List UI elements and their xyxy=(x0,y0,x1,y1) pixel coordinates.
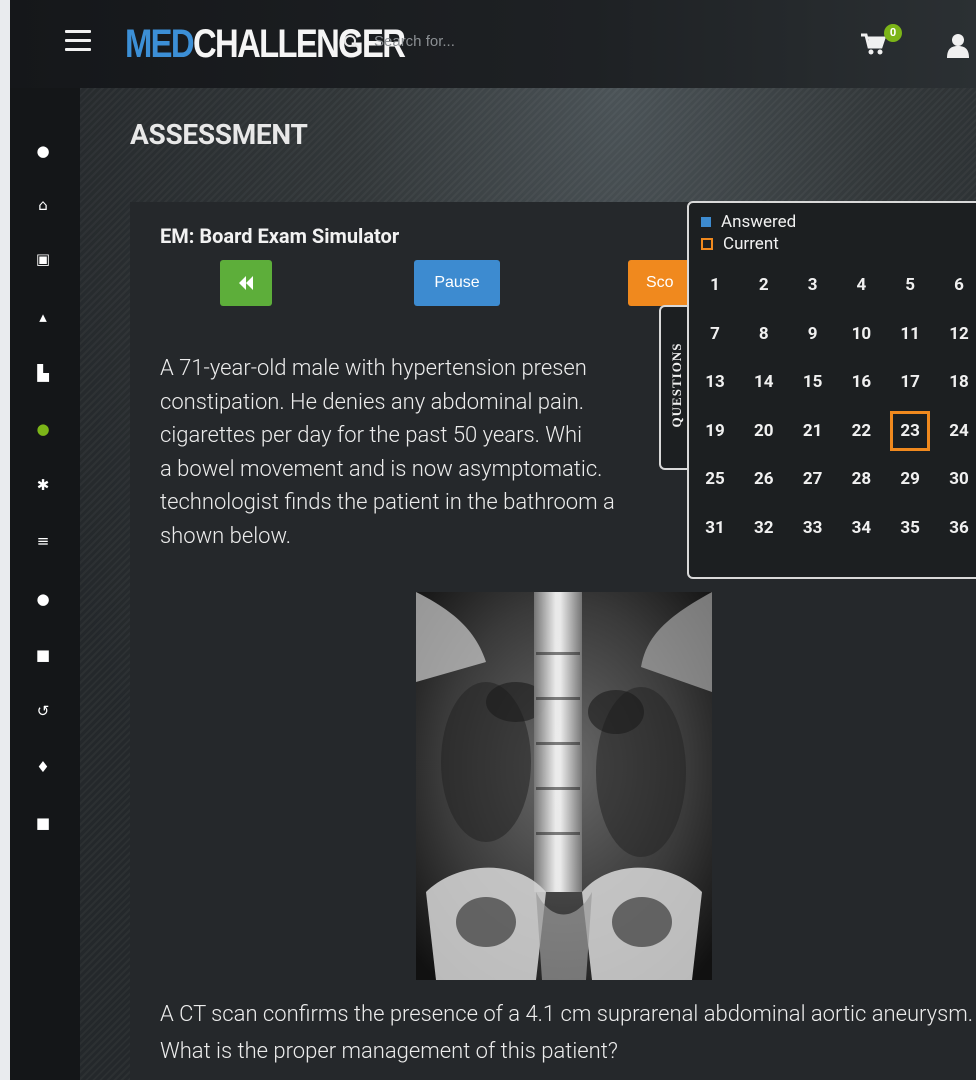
search-input[interactable] xyxy=(372,32,576,51)
cart-icon[interactable] xyxy=(860,32,886,56)
question-number-28[interactable]: 28 xyxy=(841,459,881,499)
answered-swatch xyxy=(701,217,711,227)
question-number-30[interactable]: 30 xyxy=(939,459,976,499)
question-number-27[interactable]: 27 xyxy=(793,459,833,499)
book-icon[interactable]: ■ xyxy=(32,644,54,666)
question-number-22[interactable]: 22 xyxy=(841,411,881,451)
question-number-35[interactable]: 35 xyxy=(890,508,930,548)
question-number-15[interactable]: 15 xyxy=(793,362,833,402)
abdominal-xray-image xyxy=(416,592,712,980)
question-number-20[interactable]: 20 xyxy=(744,411,784,451)
page-title: ASSESSMENT xyxy=(130,118,308,151)
question-number-6[interactable]: 6 xyxy=(939,265,976,305)
user-icon[interactable] xyxy=(946,32,970,58)
question-number-17[interactable]: 17 xyxy=(890,362,930,402)
cart-icon[interactable]: ▙ xyxy=(32,362,54,384)
briefcase-icon[interactable]: ■ xyxy=(32,812,54,834)
pause-button[interactable]: Pause xyxy=(414,260,500,306)
previous-question-button[interactable] xyxy=(220,260,272,306)
calendar-icon[interactable]: ▣ xyxy=(32,248,54,270)
group-icon[interactable]: ● xyxy=(32,418,54,440)
question-number-16[interactable]: 16 xyxy=(841,362,881,402)
question-number-12[interactable]: 12 xyxy=(939,314,976,354)
question-number-4[interactable]: 4 xyxy=(841,265,881,305)
play-icon[interactable]: ● xyxy=(32,140,54,162)
question-number-5[interactable]: 5 xyxy=(890,265,930,305)
legend-current: Current xyxy=(701,233,796,255)
badge-icon[interactable]: ● xyxy=(32,588,54,610)
question-number-21[interactable]: 21 xyxy=(793,411,833,451)
question-number-14[interactable]: 14 xyxy=(744,362,784,402)
question-number-1[interactable]: 1 xyxy=(695,265,735,305)
legend-answered: Answered xyxy=(701,211,796,233)
logo-med-text: MED xyxy=(125,22,195,66)
question-number-26[interactable]: 26 xyxy=(744,459,784,499)
top-navbar: MEDCHALLENGER 0 xyxy=(10,0,976,88)
question-number-33[interactable]: 33 xyxy=(793,508,833,548)
search-bar xyxy=(344,32,576,51)
question-number-31[interactable]: 31 xyxy=(695,508,735,548)
legend-answered-label: Answered xyxy=(721,212,797,232)
questions-tab[interactable]: QUESTIONS xyxy=(659,305,689,470)
question-prompt: A CT scan confirms the presence of a 4.1… xyxy=(160,1002,974,1064)
question-number-23[interactable]: 23 xyxy=(890,410,931,451)
question-number-24[interactable]: 24 xyxy=(939,411,976,451)
history-icon[interactable]: ↺ xyxy=(32,700,54,722)
tools-icon[interactable]: ✱ xyxy=(32,474,54,496)
question-number-11[interactable]: 11 xyxy=(890,314,930,354)
list-icon[interactable]: ≡ xyxy=(32,530,54,552)
question-number-36[interactable]: 36 xyxy=(939,508,976,548)
question-number-9[interactable]: 9 xyxy=(793,314,833,354)
exam-title: EM: Board Exam Simulator xyxy=(160,224,400,248)
question-number-29[interactable]: 29 xyxy=(890,459,930,499)
question-number-13[interactable]: 13 xyxy=(695,362,735,402)
graduation-cap-icon[interactable]: ▴ xyxy=(32,306,54,328)
question-number-25[interactable]: 25 xyxy=(695,459,735,499)
question-number-32[interactable]: 32 xyxy=(744,508,784,548)
question-number-19[interactable]: 19 xyxy=(695,411,735,451)
legend: Answered Current xyxy=(701,211,796,255)
menu-icon[interactable] xyxy=(65,30,91,52)
question-number-7[interactable]: 7 xyxy=(695,314,735,354)
left-sidebar: ● ⌂ ▣ ▴ ▙ ● ✱ ≡ ● ■ ↺ ♦ ■ xyxy=(10,88,80,1080)
search-icon[interactable] xyxy=(344,34,358,49)
question-number-3[interactable]: 3 xyxy=(793,265,833,305)
question-number-2[interactable]: 2 xyxy=(744,265,784,305)
questions-navigator: Answered Current 1 2 3 4 5 6 7 8 9 10 11 12 13 14 15 16… xyxy=(687,201,976,579)
trophy-icon[interactable]: ♦ xyxy=(32,756,54,778)
question-number-8[interactable]: 8 xyxy=(744,314,784,354)
home-icon[interactable]: ⌂ xyxy=(32,194,54,216)
cart-count-badge: 0 xyxy=(884,24,902,42)
current-swatch xyxy=(701,238,713,250)
question-number-18[interactable]: 18 xyxy=(939,362,976,402)
question-number-10[interactable]: 10 xyxy=(841,314,881,354)
rewind-icon xyxy=(239,276,253,290)
legend-current-label: Current xyxy=(723,234,779,254)
questions-tab-label: QUESTIONS xyxy=(669,342,684,428)
app-frame: MEDCHALLENGER 0 ● ⌂ ▣ ▴ ▙ ● ✱ ≡ ● ■ ↺ ♦ ■ ASSESSMENT… xyxy=(10,0,976,1080)
question-number-34[interactable]: 34 xyxy=(841,508,881,548)
